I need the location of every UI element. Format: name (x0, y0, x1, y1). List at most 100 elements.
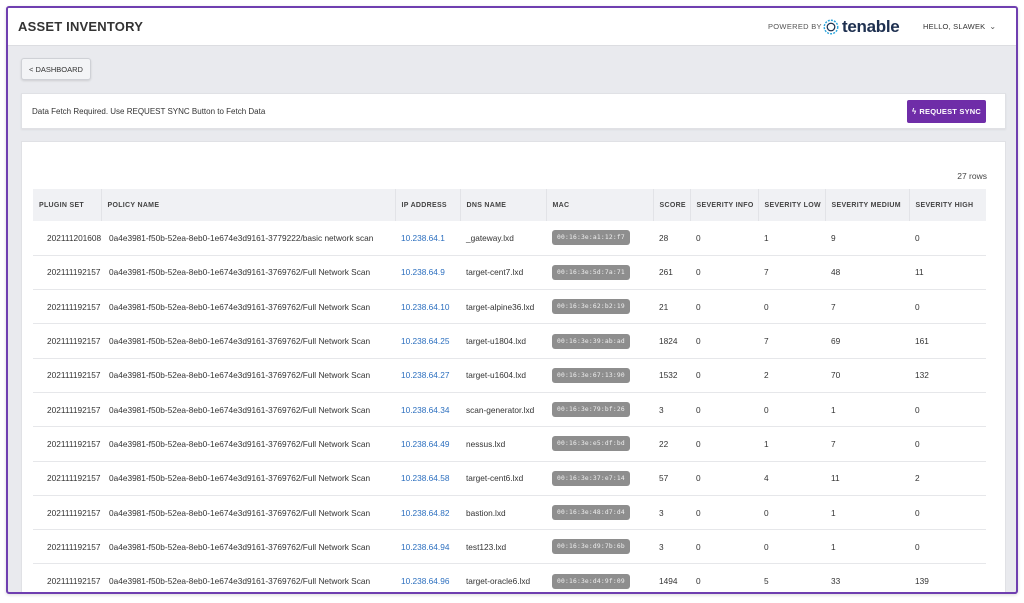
policy-name-cell: 0a4e3981-f50b-52ea-8eb0-1e674e3d9161-376… (109, 336, 371, 347)
ip-address-link[interactable]: 10.238.64.58 (395, 461, 460, 495)
score-cell: 1824 (659, 336, 678, 347)
plugin-set-cell: 202111192157 (47, 438, 101, 449)
col-header[interactable]: DNS NAME (460, 189, 547, 221)
col-header[interactable]: IP ADDRESS (395, 189, 461, 221)
ip-address-link[interactable]: 10.238.64.1 (395, 221, 460, 255)
severity-medium-cell: 9 (831, 232, 836, 243)
severity-high-cell: 0 (915, 301, 920, 312)
severity-high-cell: 161 (915, 336, 929, 347)
severity-medium-cell: 33 (831, 576, 841, 587)
table-row[interactable]: 202111192157 0a4e3981-f50b-52ea-8eb0-1e67… (33, 530, 986, 564)
score-cell: 1494 (659, 576, 678, 587)
dashboard-button[interactable]: < DASHBOARD (21, 58, 91, 80)
col-header[interactable]: SEVERITY HIGH (909, 189, 986, 221)
table-body: 202111201608 0a4e3981-f50b-52ea-8eb0-1e67… (33, 221, 986, 592)
table-row[interactable]: 202111192157 0a4e3981-f50b-52ea-8eb0-1e67… (33, 358, 986, 393)
severity-high-cell: 0 (915, 232, 920, 243)
mac-address-value: 00:16:3e:62:b2:19 (552, 299, 630, 315)
severity-low-cell: 1 (764, 232, 769, 243)
plugin-set-cell: 202111192157 (47, 370, 101, 381)
col-header[interactable]: SEVERITY MEDIUM (825, 189, 910, 221)
mac-address-value: 00:16:3e:37:e7:14 (552, 470, 630, 486)
alert-message: Data Fetch Required. Use REQUEST SYNC Bu… (32, 107, 266, 116)
table-row[interactable]: 202111192157 0a4e3981-f50b-52ea-8eb0-1e67… (33, 564, 986, 592)
table-row[interactable]: 202111192157 0a4e3981-f50b-52ea-8eb0-1e67… (33, 392, 986, 427)
severity-medium-cell: 1 (831, 541, 836, 552)
severity-medium-cell: 48 (831, 267, 841, 278)
mac-address-badge: 00:16:3e:a1:12:f7 (546, 221, 653, 255)
ip-address-link[interactable]: 10.238.64.49 (395, 427, 460, 461)
table-row[interactable]: 202111192157 0a4e3981-f50b-52ea-8eb0-1e67… (33, 427, 986, 462)
table-row[interactable]: 202111192157 0a4e3981-f50b-52ea-8eb0-1e67… (33, 495, 986, 530)
table-row[interactable]: 202111192157 0a4e3981-f50b-52ea-8eb0-1e67… (33, 255, 986, 290)
ip-address-link[interactable]: 10.238.64.25 (395, 324, 460, 358)
chevron-down-icon: ⌄ (989, 22, 997, 31)
app-window: ASSET INVENTORY POWERED BY tenable HELLO… (6, 6, 1018, 594)
policy-name-cell: 0a4e3981-f50b-52ea-8eb0-1e674e3d9161-376… (109, 404, 371, 415)
plugin-set-cell: 202111192157 (47, 576, 101, 587)
mac-address-value: 00:16:3e:d9:7b:6b (552, 539, 630, 555)
severity-medium-cell: 70 (831, 370, 841, 381)
table-row[interactable]: 202111192157 0a4e3981-f50b-52ea-8eb0-1e67… (33, 461, 986, 496)
severity-info-cell: 0 (696, 301, 701, 312)
policy-name-cell: 0a4e3981-f50b-52ea-8eb0-1e674e3d9161-376… (109, 438, 371, 449)
score-cell: 3 (659, 404, 664, 415)
dns-name-cell: target-alpine36.lxd (466, 301, 535, 312)
mac-address-badge: 00:16:3e:d9:7b:6b (546, 530, 653, 564)
user-menu[interactable]: HELLO, SLAWEK ⌄ (923, 22, 996, 31)
request-sync-button[interactable]: ϟ REQUEST SYNC (907, 100, 986, 123)
policy-name-cell: 0a4e3981-f50b-52ea-8eb0-1e674e3d9161-376… (109, 301, 371, 312)
ip-address-link[interactable]: 10.238.64.9 (395, 255, 460, 289)
col-header[interactable]: SEVERITY INFO (690, 189, 759, 221)
severity-medium-cell: 1 (831, 404, 836, 415)
table-row[interactable]: 202111192157 0a4e3981-f50b-52ea-8eb0-1e67… (33, 290, 986, 324)
mac-address-value: 00:16:3e:39:ab:ad (552, 333, 630, 349)
score-cell: 21 (659, 301, 669, 312)
table-row[interactable]: 202111192157 0a4e3981-f50b-52ea-8eb0-1e67… (33, 324, 986, 359)
ip-address-link[interactable]: 10.238.64.94 (395, 530, 460, 564)
severity-info-cell: 0 (696, 404, 701, 415)
ip-address-link[interactable]: 10.238.64.10 (395, 290, 460, 324)
severity-info-cell: 0 (696, 507, 701, 518)
page-title: ASSET INVENTORY (18, 19, 144, 34)
severity-low-cell: 1 (764, 438, 769, 449)
severity-high-cell: 139 (915, 576, 929, 587)
ip-address-link[interactable]: 10.238.64.82 (395, 495, 460, 529)
col-header[interactable]: MAC (546, 189, 654, 221)
severity-low-cell: 7 (764, 336, 769, 347)
severity-info-cell: 0 (696, 438, 701, 449)
severity-high-cell: 0 (915, 404, 920, 415)
severity-info-cell: 0 (696, 370, 701, 381)
dns-name-cell: test123.lxd (466, 541, 507, 552)
powered-by-label: POWERED BY (768, 22, 822, 31)
mac-address-badge: 00:16:3e:62:b2:19 (546, 290, 653, 324)
ip-address-link[interactable]: 10.238.64.34 (395, 392, 460, 426)
dns-name-cell: target-u1804.lxd (466, 336, 526, 347)
col-header[interactable]: SEVERITY LOW (758, 189, 826, 221)
mac-address-value: 00:16:3e:48:d7:d4 (552, 505, 630, 521)
user-greeting: HELLO, SLAWEK (923, 22, 986, 31)
col-header[interactable]: PLUGIN SET (33, 189, 102, 221)
tenable-logo-icon (823, 19, 839, 35)
brand-name: tenable (842, 17, 900, 36)
severity-high-cell: 132 (915, 370, 929, 381)
table-row[interactable]: 202111201608 0a4e3981-f50b-52ea-8eb0-1e67… (33, 221, 986, 256)
severity-medium-cell: 69 (831, 336, 841, 347)
dns-name-cell: _gateway.lxd (466, 232, 514, 243)
sync-alert-panel: Data Fetch Required. Use REQUEST SYNC Bu… (21, 93, 1006, 129)
severity-low-cell: 0 (764, 507, 769, 518)
severity-low-cell: 0 (764, 301, 769, 312)
plugin-set-cell: 202111192157 (47, 404, 101, 415)
severity-info-cell: 0 (696, 576, 701, 587)
ip-address-link[interactable]: 10.238.64.27 (395, 358, 460, 392)
ip-address-link[interactable]: 10.238.64.96 (395, 564, 460, 592)
mac-address-badge: 00:16:3e:5d:7a:71 (546, 255, 653, 289)
mac-address-value: 00:16:3e:79:bf:26 (552, 402, 630, 418)
score-cell: 28 (659, 232, 669, 243)
col-header[interactable]: POLICY NAME (101, 189, 396, 221)
score-cell: 22 (659, 438, 669, 449)
asset-table: PLUGIN SET POLICY NAME IP ADDRESS DNS NA… (33, 189, 986, 592)
severity-info-cell: 0 (696, 473, 701, 484)
mac-address-value: 00:16:3e:e5:df:bd (552, 436, 630, 452)
col-header[interactable]: SCORE (653, 189, 691, 221)
